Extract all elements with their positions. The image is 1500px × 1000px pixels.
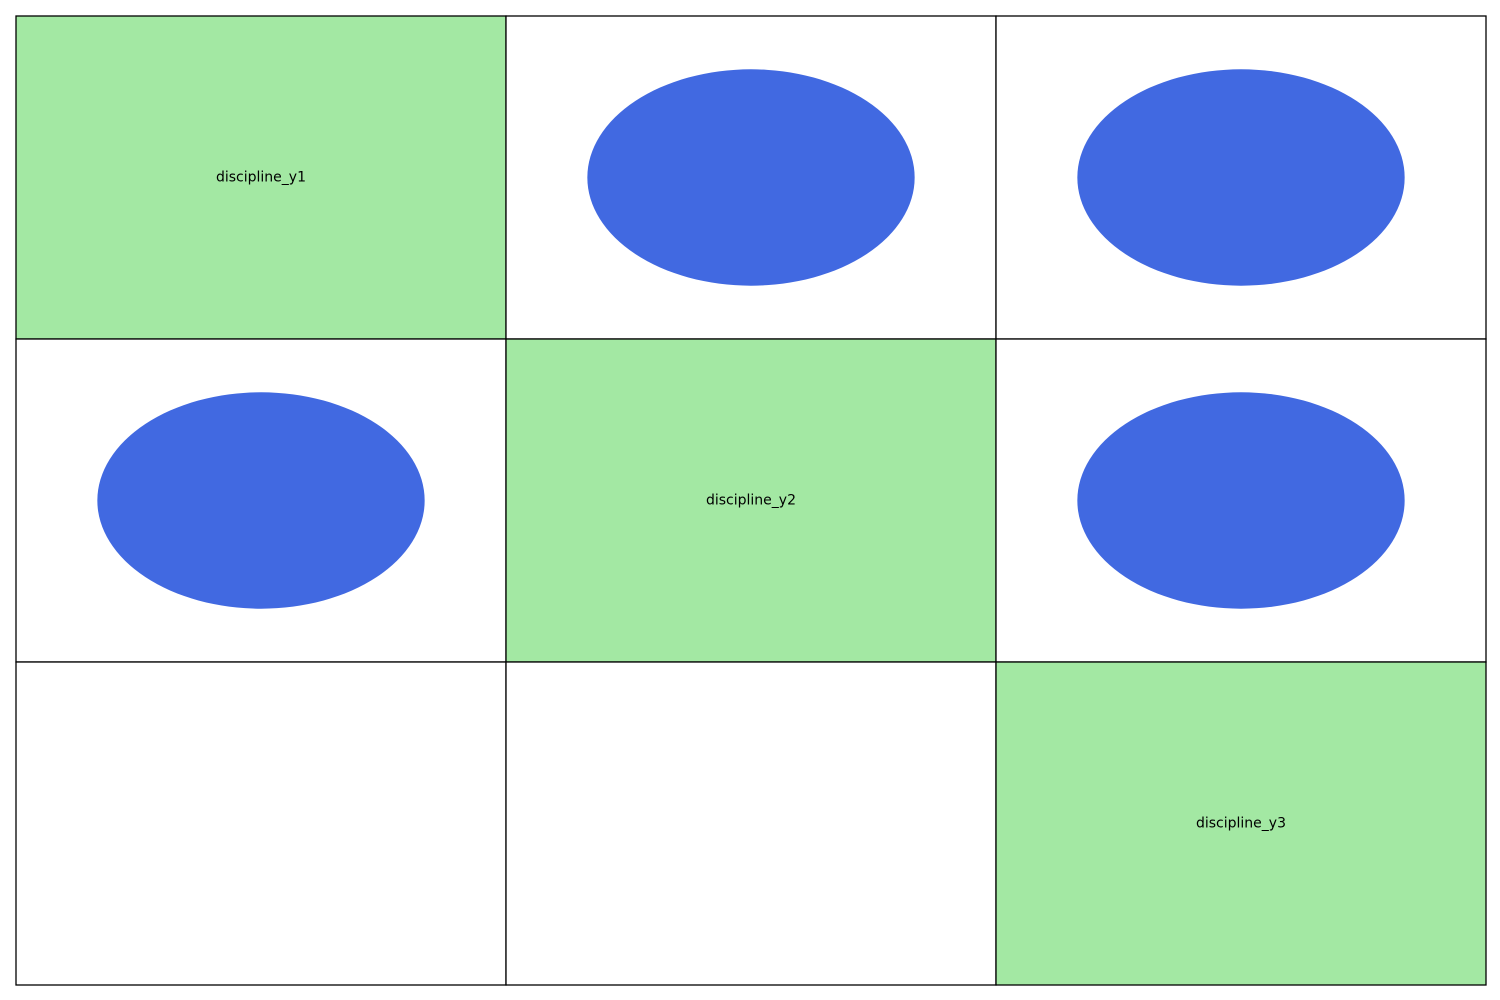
coupling-mark [97, 392, 425, 609]
discipline-label-y1: discipline_y1 [216, 170, 306, 186]
design-structure-matrix: discipline_y1 discipline_y2 discipline_y3 [15, 15, 1487, 986]
matrix-cell [15, 661, 507, 986]
discipline-label-y2: discipline_y2 [706, 493, 796, 509]
discipline-label-y3: discipline_y3 [1196, 816, 1286, 832]
coupling-mark [1077, 69, 1405, 286]
coupling-mark [587, 69, 915, 286]
matrix-cell [505, 661, 997, 986]
coupling-mark [1077, 392, 1405, 609]
